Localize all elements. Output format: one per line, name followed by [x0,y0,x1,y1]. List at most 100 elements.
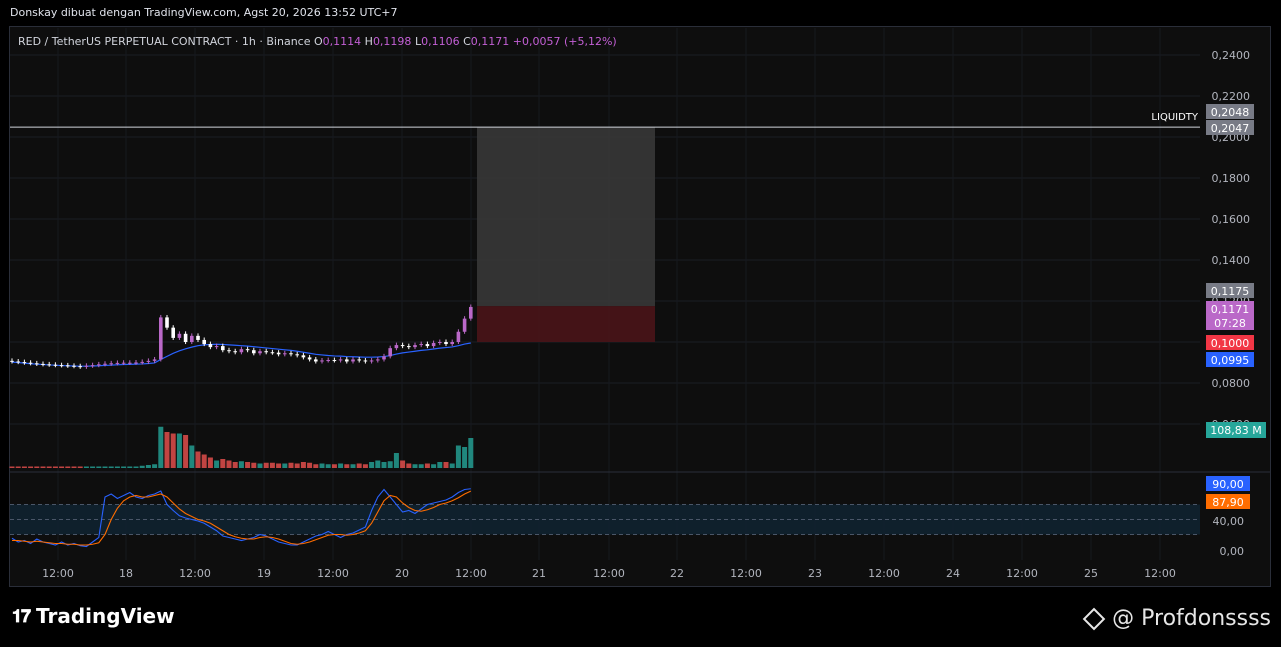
candle-body [295,354,299,356]
candle-body [462,318,467,332]
volume-bar [325,464,331,468]
volume-bar [362,464,368,468]
y-tick-label: 0,2200 [1212,90,1251,103]
volume-bar [176,433,182,468]
candle-body [109,363,113,365]
volume-bar [449,463,455,468]
candle-body [53,364,58,366]
volume-bar [350,464,356,468]
candle-body [338,359,343,361]
volume-bar [220,459,226,468]
x-tick-label: 21 [532,567,546,580]
x-tick-label: 12:00 [730,567,762,580]
close-value: 0,1171 [470,35,510,48]
candle-body [450,342,454,345]
candle-body [66,365,70,367]
candle-body [78,366,82,368]
rsi-tick-label: 40,00 [1213,515,1245,528]
x-tick-label: 23 [808,567,822,580]
high-label: H [364,35,373,48]
x-tick-label: 12:00 [455,567,487,580]
volume-bar [183,435,189,468]
candle-body [10,360,14,362]
volume-bar [245,462,251,468]
candle-body [456,331,461,342]
candle-body [320,360,324,362]
volume-bar [232,462,238,468]
author-handle: @ Profdonssss [1082,606,1271,631]
volume-bar [238,461,244,468]
volume-bar [201,454,207,468]
x-tick-label: 12:00 [1006,567,1038,580]
volume-bar [437,462,443,468]
candle-body [103,363,107,365]
candle-body [419,344,423,346]
x-tick-label: 19 [257,567,271,580]
x-tick-label: 25 [1084,567,1098,580]
volume-bar [28,466,34,468]
volume-bar [96,466,102,468]
volume-bar [133,466,139,468]
x-tick-label: 12:00 [179,567,211,580]
candle-body [28,362,33,364]
price-label: 0,0995 [1211,354,1250,367]
volume-bar [375,460,381,468]
volume-bar [338,463,344,468]
x-tick-label: 18 [119,567,133,580]
volume-bar [195,451,201,468]
volume-bar [381,462,387,468]
price-label: 0,2048 [1211,106,1250,119]
candle-body [252,350,256,354]
volume-bar [170,433,176,468]
candle-body [326,360,330,362]
price-chart[interactable]: 0,24000,22000,20000,18000,16000,14000,12… [0,0,1281,647]
candle-body [121,362,126,364]
candle-body [270,352,275,354]
brand-name: TradingView [36,604,175,628]
candle-body [239,349,244,353]
candle-body [59,365,64,367]
volume-bar [83,466,89,468]
volume-bar [393,453,399,468]
volume-bar [90,466,96,468]
candle-body [351,359,355,362]
tradingview-logo[interactable]: 𝟏𝟕 TradingView [12,604,175,628]
candle-body [214,346,219,348]
candle-body [22,362,27,364]
candle-body [140,361,144,363]
rsi-label: 90,00 [1212,478,1244,491]
volume-bar [319,463,325,468]
volume-bar [313,464,319,468]
volume-bar [412,464,418,468]
candle-body [376,359,380,361]
volume-bar [356,463,362,468]
volume-bar [207,457,213,468]
candle-body [84,365,89,367]
volume-bar [152,464,158,468]
liquidity-label: LIQUIDTY [1151,112,1198,123]
candle-body [152,359,157,361]
volume-bar [21,466,27,468]
volume-bar [71,466,77,468]
candle-body [314,359,318,362]
volume-bar [288,462,294,468]
x-tick-label: 12:00 [593,567,625,580]
candle-body [16,361,20,363]
volume-bar [282,463,288,468]
candle-body [431,343,436,347]
volume-bar [294,463,300,468]
volume-bar [468,438,474,468]
volume-bar [257,463,263,468]
candle-body [41,363,45,365]
volume-bar [251,462,257,468]
candle-body [444,342,448,345]
volume-bar [406,463,412,468]
candle-body [171,327,175,338]
candle-body [47,364,51,366]
change-value: +0,0057 (+5,12%) [512,35,617,48]
volume-bar [276,463,282,468]
volume-bar [145,465,151,468]
volume-bar [418,464,424,468]
candle-body [159,317,163,360]
candle-body [283,353,287,355]
